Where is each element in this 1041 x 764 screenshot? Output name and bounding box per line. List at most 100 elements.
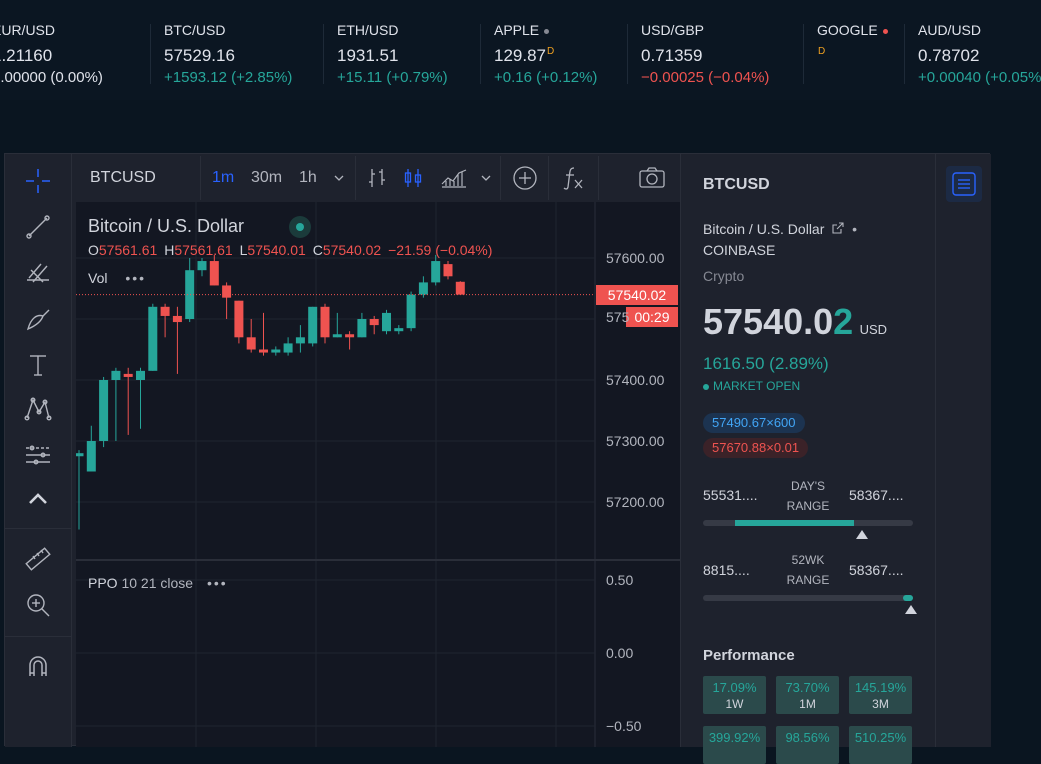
candle-body	[86, 441, 96, 472]
volume-legend[interactable]: Vol •••	[88, 270, 146, 286]
ticker-separator	[480, 24, 481, 84]
ohlc-change: −21.59 (−0.04%)	[388, 242, 493, 258]
candle-body	[431, 261, 441, 283]
ticker-separator	[904, 24, 905, 84]
candle-body	[406, 294, 416, 329]
pattern-tool-icon[interactable]	[19, 390, 57, 428]
interval-1m-button[interactable]: 1m	[212, 154, 234, 202]
panel-category: Crypto	[703, 268, 745, 284]
interval-1h-button[interactable]: 1h	[299, 154, 317, 202]
price-chart[interactable]: 57600.00 57400.00 57300.00 57200.00 0.50 0.0…	[76, 202, 680, 747]
ticker-change: +1593.12 (+2.85%)	[164, 69, 293, 86]
candle-body	[357, 319, 367, 338]
candle-body	[111, 370, 121, 380]
performance-cell: 145.19% 3M	[849, 676, 912, 714]
candle-body	[320, 306, 330, 338]
ticker-separator	[627, 24, 628, 84]
ticker-change: 0.00000 (0.00%)	[0, 69, 103, 86]
performance-value: 17.09%	[712, 680, 757, 695]
tools-divider	[5, 528, 71, 529]
chevron-down-icon[interactable]	[333, 154, 345, 202]
performance-value: 98.56%	[785, 730, 830, 745]
candle-body	[369, 319, 379, 326]
add-indicator-icon[interactable]	[512, 154, 538, 202]
ruler-icon[interactable]	[19, 540, 57, 578]
y-tick-label: 57400.00	[606, 372, 665, 388]
symbol-details-panel: BTCUSD Bitcoin / U.S. Dollar • COINBASE …	[680, 154, 935, 764]
prediction-tool-icon[interactable]	[19, 436, 57, 474]
red-dot-icon	[882, 28, 888, 34]
candle-body	[259, 349, 268, 353]
ticker-symbol: GOOGLE	[817, 22, 888, 38]
performance-cell: 98.56%	[776, 726, 839, 764]
magnet-icon[interactable]	[19, 648, 57, 686]
details-icon	[952, 172, 976, 196]
crosshair-icon[interactable]	[19, 162, 57, 200]
trend-line-icon[interactable]	[19, 208, 57, 246]
delayed-badge: D	[818, 46, 826, 57]
ohlc-open: 57561.61	[98, 242, 158, 258]
drawing-toolbar	[5, 154, 72, 747]
chevron-down-icon[interactable]	[480, 154, 492, 202]
area-style-icon[interactable]	[440, 154, 468, 202]
performance-cell: 73.70% 1M	[776, 676, 839, 714]
tools-divider-2	[5, 636, 71, 637]
ticker-symbol: AUD/USD	[918, 22, 982, 38]
symbol-search-button[interactable]: BTCUSD	[90, 154, 156, 202]
ticker-separator	[323, 24, 324, 84]
chevron-up-icon[interactable]	[19, 480, 57, 518]
ohlc-close: 57540.02	[322, 242, 382, 258]
market-status-dot	[289, 216, 311, 238]
candle-body	[394, 328, 404, 332]
day-range-fill	[734, 520, 855, 526]
ticker-price: 0.71359	[641, 46, 703, 65]
fx-indicators-icon[interactable]	[560, 154, 586, 202]
more-dots-icon[interactable]: •••	[207, 575, 228, 591]
toolbar-sep	[355, 156, 356, 200]
chart-title: Bitcoin / U.S. Dollar	[88, 216, 245, 236]
candle-body	[332, 334, 342, 338]
ticker-price: 1931.51	[337, 46, 399, 65]
details-toggle-button[interactable]	[946, 166, 982, 202]
text-tool-icon[interactable]	[19, 346, 57, 384]
wk-range-marker-icon	[905, 605, 917, 614]
external-link-icon[interactable]	[832, 221, 848, 237]
candle-body	[123, 373, 133, 377]
candle-body	[455, 281, 465, 295]
more-dots-icon[interactable]: •••	[125, 270, 146, 286]
y-tick-label: 57300.00	[606, 433, 665, 449]
fib-tool-icon[interactable]	[19, 254, 57, 292]
candles-style-icon[interactable]	[401, 154, 425, 202]
y-tick-label: 57600.00	[606, 250, 665, 266]
ask-badge: 57670.88×0.01	[703, 438, 809, 458]
bars-style-icon[interactable]	[366, 154, 390, 202]
ticker-separator	[150, 24, 151, 84]
candle-body	[382, 312, 391, 332]
wk-range-high: 58367....	[849, 562, 904, 578]
ppo-legend[interactable]: PPO 10 21 close •••	[88, 575, 228, 591]
wk-range-fill	[902, 595, 913, 601]
right-sidebar	[935, 154, 991, 747]
candle-body	[246, 337, 256, 350]
ticker-price: 0.78702	[918, 46, 980, 65]
day-range-high: 58367....	[849, 487, 904, 503]
brush-icon[interactable]	[19, 300, 57, 338]
panel-symbol[interactable]: BTCUSD	[703, 176, 770, 194]
ticker-price: 1.21160	[0, 46, 53, 65]
interval-label: 1h	[299, 169, 317, 186]
price-currency: USD	[859, 322, 888, 337]
last-price-label: 57540.02	[596, 284, 678, 305]
candle-body	[443, 264, 453, 277]
chart-pane[interactable]: 57600.00 57400.00 57300.00 57200.00 0.50 0.0…	[76, 202, 680, 747]
panel-price: 57540.02 USD	[703, 301, 887, 343]
interval-30m-button[interactable]: 30m	[251, 154, 282, 202]
market-status-text: MARKET OPEN	[713, 379, 801, 393]
candle-body	[185, 270, 195, 319]
zoom-in-icon[interactable]	[19, 586, 57, 624]
candle-body	[99, 380, 109, 441]
ticker-change: +0.00040 (+0.05%)	[918, 69, 1041, 86]
ohlc-legend: O57561.61 H57561.61 L57540.01 C57540.02 …	[88, 242, 492, 258]
wk-range-label: 52WK RANGE	[786, 553, 830, 587]
camera-icon[interactable]	[638, 154, 666, 202]
price-main: 57540.0	[703, 301, 834, 342]
